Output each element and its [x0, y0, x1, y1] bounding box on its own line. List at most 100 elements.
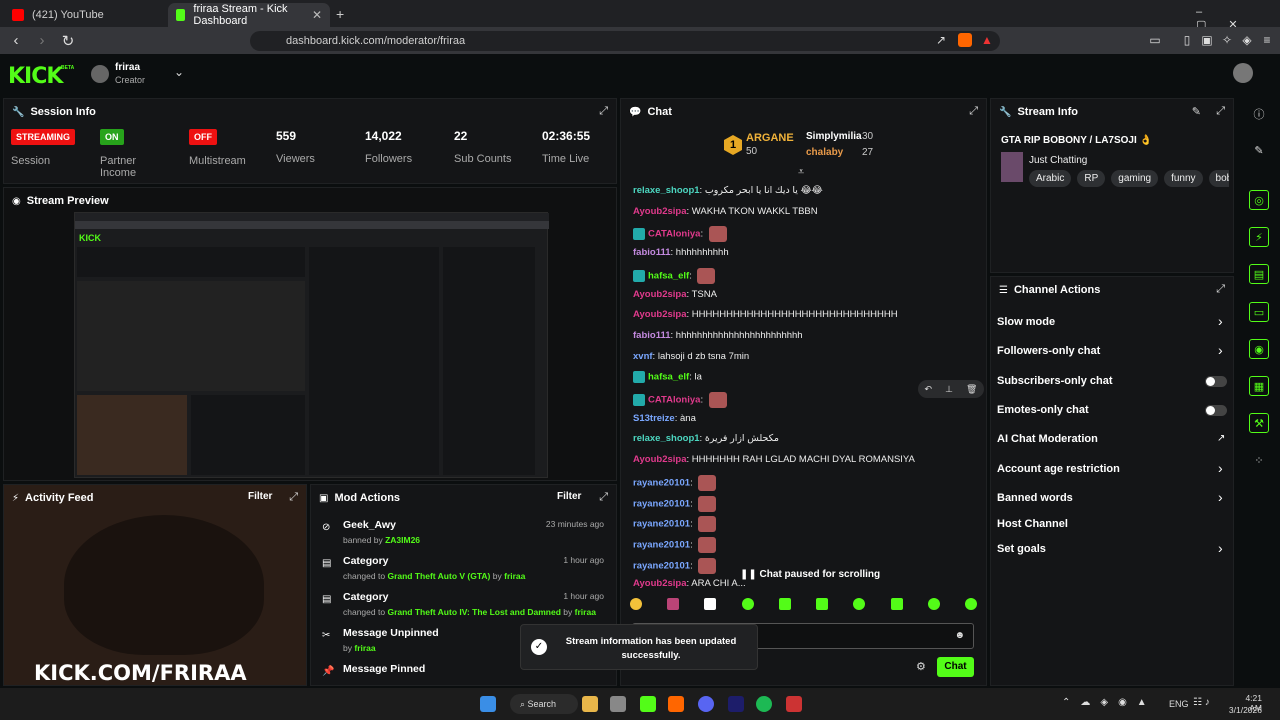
mod-filter-button[interactable]: Filter — [557, 491, 581, 502]
chat-message[interactable]: Ayoub2sipa: ARA CHI A... — [633, 578, 746, 589]
language-indicator[interactable]: ENG — [1169, 699, 1189, 709]
forward-icon[interactable]: › — [32, 32, 52, 49]
tab-kick-dashboard[interactable]: friraa Stream - Kick Dashboard ✕ — [168, 3, 330, 27]
document-icon[interactable]: ▤ — [1249, 264, 1269, 284]
expand-icon[interactable]: ⤢ — [1216, 283, 1225, 296]
chat-message[interactable]: rayane20101: — [633, 495, 717, 512]
emote-icon[interactable] — [704, 598, 717, 610]
reply-icon[interactable]: ↶ — [925, 384, 933, 395]
gear-icon[interactable]: ⚙ — [916, 660, 926, 673]
chat-username[interactable]: Ayoub2sipa — [633, 578, 687, 589]
chat-message[interactable]: rayane20101: — [633, 474, 717, 491]
chat-username[interactable]: rayane20101 — [633, 560, 690, 571]
tag[interactable]: bobon — [1208, 170, 1229, 187]
chat-message[interactable]: Ayoub2sipa: HHHHHHH RAH LGLAD MACHI DYAL… — [633, 454, 915, 465]
info-icon[interactable]: ⓘ — [1249, 105, 1269, 125]
activity-filter-button[interactable]: Filter — [248, 491, 272, 502]
emote-icon[interactable] — [667, 598, 680, 610]
expand-icon[interactable]: ⤢ — [599, 491, 608, 504]
chat-username[interactable]: xvnf — [633, 351, 653, 362]
avatar[interactable] — [91, 65, 109, 83]
tag[interactable]: Arabic — [1029, 170, 1072, 187]
expand-icon[interactable]: ⤢ — [969, 105, 978, 118]
host-channel-item[interactable]: Host Channel — [997, 518, 1068, 530]
chevron-right-icon[interactable]: › — [1218, 313, 1223, 329]
collapse-icon[interactable]: ⩡ — [798, 166, 804, 179]
chat-username[interactable]: Ayoub2sipa — [633, 289, 687, 300]
chevron-right-icon[interactable]: › — [1218, 460, 1223, 476]
kick-logo[interactable]: KICK — [8, 64, 63, 89]
second-gifter-name[interactable]: Simplymilia — [806, 131, 862, 142]
emote-icon[interactable] — [630, 598, 642, 610]
snipping-tool-icon[interactable] — [610, 696, 626, 712]
mod-row-category[interactable]: Grand Theft Auto V (GTA) — [387, 571, 490, 581]
chat-message[interactable]: Ayoub2sipa: TSNA — [633, 289, 717, 300]
tab-youtube[interactable]: (421) YouTube — [4, 3, 164, 27]
category-name[interactable]: Just Chatting — [1029, 155, 1087, 166]
chat-username[interactable]: rayane20101 — [633, 498, 690, 509]
new-tab-button[interactable]: + — [336, 6, 344, 22]
chevron-right-icon[interactable]: › — [1218, 540, 1223, 556]
emote-icon[interactable] — [927, 598, 940, 610]
chat-username[interactable]: hafsa_elf — [648, 270, 689, 281]
panel-icon[interactable]: ▯ — [1180, 33, 1194, 47]
chevron-right-icon[interactable]: › — [1218, 489, 1223, 505]
adobe-icon[interactable] — [786, 696, 802, 712]
ai-moderation-item[interactable]: AI Chat Moderation — [997, 433, 1098, 445]
sidebar-icon[interactable]: ▭ — [1148, 33, 1162, 47]
expand-icon[interactable]: ⤢ — [289, 491, 298, 504]
premiere-icon[interactable] — [728, 696, 744, 712]
chat-message[interactable]: Ayoub2sipa: HHHHHHHHHHHHHHHHHHHHHHHHHHHH… — [633, 309, 898, 320]
tag[interactable]: funny — [1164, 170, 1203, 187]
pin-icon[interactable]: ⊥ — [945, 384, 953, 395]
system-tray[interactable]: ☷ ♪ — [1193, 697, 1210, 708]
top-gifter-name[interactable]: ARGANE — [746, 132, 794, 144]
banned-words-item[interactable]: Banned words — [997, 492, 1073, 504]
chat-message[interactable]: hafsa_elf: la — [633, 371, 702, 384]
vpn-icon[interactable]: ◈ — [1240, 33, 1254, 47]
share-icon[interactable]: ↗ — [934, 33, 948, 47]
edit-icon[interactable]: ✎ — [1192, 105, 1201, 118]
followers-only-item[interactable]: Followers-only chat — [997, 345, 1100, 357]
chat-username[interactable]: fabio111 — [633, 247, 671, 258]
lightning-icon[interactable]: ⚡ — [1249, 227, 1269, 247]
chat-message[interactable]: CATAloniya: — [633, 226, 727, 243]
emote-icon[interactable] — [964, 598, 977, 610]
chat-message[interactable]: fabio111: hhhhhhhhhhhhhhhhhhhhhhhh — [633, 330, 803, 341]
menu-icon[interactable]: ≡ — [1260, 33, 1274, 47]
taskbar-search[interactable]: ⌕ Search — [510, 694, 578, 714]
chat-username[interactable]: relaxe_shoop1 — [633, 185, 700, 196]
third-gifter-name[interactable]: chalaby — [806, 147, 843, 158]
pencil-icon[interactable]: ✎ — [1249, 141, 1269, 161]
wallet-icon[interactable]: ▣ — [1200, 33, 1214, 47]
send-chat-button[interactable]: Chat — [937, 657, 974, 677]
chat-message[interactable]: fabio111: hhhhhhhhhh — [633, 247, 729, 258]
emotes-only-toggle[interactable] — [1205, 405, 1227, 416]
chat-username[interactable]: S13treize — [633, 413, 675, 424]
chat-username[interactable]: fabio111 — [633, 330, 671, 341]
emote-icon[interactable] — [741, 598, 754, 610]
tray-icons[interactable]: ⌃☁◈◉▲ — [1062, 697, 1157, 708]
mod-row-user[interactable]: friraa — [504, 571, 525, 581]
chat-message[interactable]: hafsa_elf: — [633, 267, 716, 284]
brave-rewards-icon[interactable]: ▲ — [980, 33, 994, 47]
expand-icon[interactable]: ⤢ — [599, 105, 608, 118]
emote-icon[interactable] — [853, 598, 866, 610]
layout-icon[interactable]: ▦ — [1249, 376, 1269, 396]
chat-message[interactable]: relaxe_shoop1: مكحلش ازار فريرة — [633, 433, 779, 444]
brave-taskbar-icon[interactable] — [668, 696, 684, 712]
delete-icon[interactable]: 🗑 — [966, 384, 977, 395]
chat-message[interactable]: rayane20101: — [633, 536, 717, 553]
chat-message[interactable]: S13treize: àna — [633, 413, 696, 424]
camera-icon[interactable]: ◎ — [1249, 190, 1269, 210]
external-link-icon[interactable]: ↗ — [1217, 433, 1225, 444]
clock-date[interactable]: 3/1/2026 — [1224, 705, 1262, 715]
chat-paused-notice[interactable]: ❚❚ Chat paused for scrolling — [740, 569, 880, 580]
chat-username[interactable]: rayane20101 — [633, 519, 690, 530]
expand-icon[interactable]: ⤢ — [1216, 105, 1225, 118]
mod-row-user[interactable]: ZA3IM26 — [385, 535, 420, 545]
file-explorer-icon[interactable] — [582, 696, 598, 712]
chat-username[interactable]: Ayoub2sipa — [633, 206, 687, 217]
chat-message[interactable]: Ayoub2sipa: WAKHA TKON WAKKL TBBN — [633, 206, 818, 217]
chat-message[interactable]: rayane20101: — [633, 516, 717, 533]
